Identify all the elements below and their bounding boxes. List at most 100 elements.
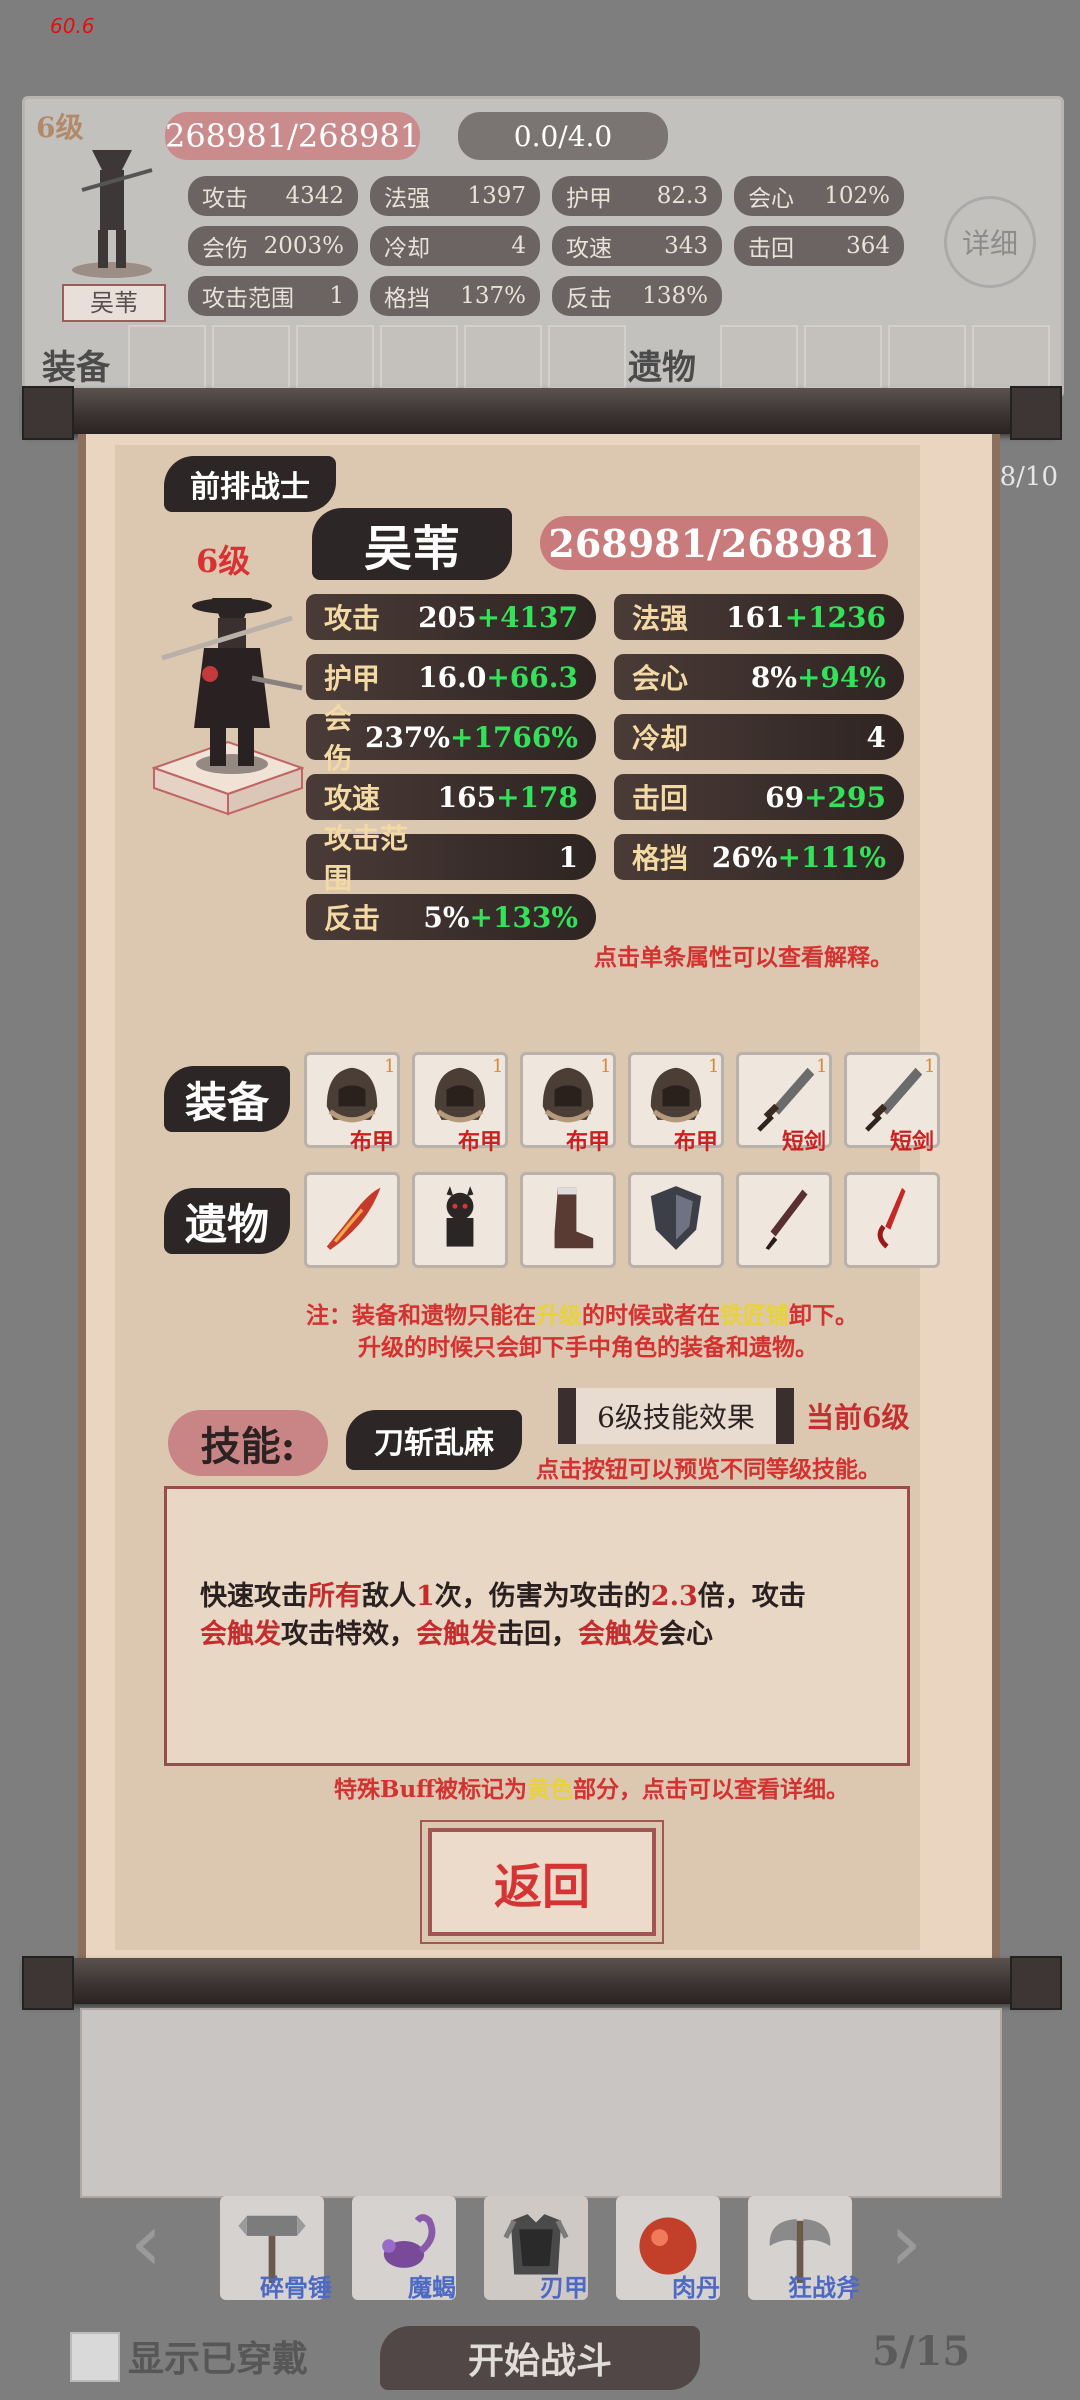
equipment-name: 短剑: [782, 1129, 827, 1155]
stat-value: 5%+133%: [423, 901, 578, 934]
skill-name: 刀斩乱麻: [346, 1410, 522, 1470]
stat-hint: 点击单条属性可以查看解释。: [594, 944, 893, 971]
show-equipped-checkbox[interactable]: [70, 2332, 120, 2382]
bg-stat-name: 冷却: [384, 236, 430, 262]
equipment-level: 1: [600, 1056, 612, 1077]
bg-stat-value: 1397: [467, 183, 526, 209]
bg-hero-name: 吴苇: [62, 284, 166, 322]
stat-row-5[interactable]: 冷却 4: [614, 714, 904, 760]
skill-current-level: 当前6级: [806, 1401, 910, 1434]
relic-slot[interactable]: [844, 1172, 940, 1268]
bg-stat: 格挡 137%: [370, 276, 540, 316]
stat-name: 攻速: [324, 782, 381, 815]
equipment-name: 布甲: [674, 1129, 719, 1155]
stat-base: 205: [418, 600, 477, 634]
relic-slot[interactable]: [520, 1172, 616, 1268]
equipment-level: 1: [924, 1056, 936, 1077]
stat-name: 击回: [632, 782, 689, 815]
bg-stat-name: 攻击: [202, 186, 248, 212]
bg-equip-label: 装备: [42, 348, 110, 388]
hero-level: 6级: [196, 542, 251, 580]
bg-equip-slot: [296, 325, 374, 389]
equipment-name: 短剑: [890, 1129, 935, 1155]
relic-slot[interactable]: [736, 1172, 832, 1268]
hero-card-name: 狂战斧: [788, 2273, 860, 2302]
stat-bonus: +111%: [777, 840, 886, 874]
hero-name: 吴苇: [312, 508, 512, 580]
stat-bonus: +94%: [796, 660, 886, 694]
equipment-name: 布甲: [458, 1129, 503, 1155]
stat-value: 8%+94%: [751, 661, 886, 694]
equipment-level: 1: [384, 1056, 396, 1077]
stat-bonus: +1236: [784, 600, 886, 634]
stat-name: 攻击: [324, 602, 381, 635]
unequip-note-line1: 注：装备和遗物只能在升级的时候或者在铁匠铺卸下。: [306, 1302, 858, 1329]
stat-value: 237%+1766%: [365, 721, 578, 754]
bg-stat-value: 1: [329, 283, 344, 309]
stat-base: 8%: [750, 660, 797, 694]
start-battle-button[interactable]: 开始战斗: [380, 2326, 700, 2390]
stat-row-8[interactable]: 攻击范围 1: [306, 822, 596, 895]
bg-relic-slot: [888, 325, 966, 389]
stat-row-4[interactable]: 会伤 237%+1766%: [306, 702, 596, 775]
rod-cap-left: [22, 1956, 74, 2010]
bg-stat-name: 攻击范围: [202, 286, 294, 312]
bg-stat-name: 反击: [566, 286, 612, 312]
bg-equip-slot: [464, 325, 542, 389]
scroll-bottom-rod: [24, 1958, 1056, 2004]
bg-stat-name: 攻速: [566, 236, 612, 262]
stat-value: 205+4137: [418, 601, 578, 634]
stat-row-3[interactable]: 会心 8%+94%: [614, 654, 904, 700]
bg-stat: 冷却 4: [370, 226, 540, 266]
relic-slot[interactable]: [628, 1172, 724, 1268]
team-slot-area: [80, 2008, 1002, 2198]
magnifier-icon: 详细: [961, 227, 1018, 260]
stat-base: 4: [866, 720, 886, 754]
bg-stat: 反击 138%: [552, 276, 722, 316]
stat-row-1[interactable]: 法强 161+1236: [614, 594, 904, 640]
stat-value: 16.0+66.3: [418, 661, 578, 694]
buff-note: 特殊Buff被标记为黄色部分，点击可以查看详细。: [334, 1776, 850, 1803]
bg-equip-slot: [212, 325, 290, 389]
fps-counter: 60.6: [50, 14, 95, 38]
stat-row-2[interactable]: 护甲 16.0+66.3: [306, 654, 596, 700]
stat-bonus: +4137: [476, 600, 578, 634]
stat-bonus: +1766%: [450, 720, 578, 754]
skill-level-button[interactable]: 6级技能效果: [558, 1388, 794, 1444]
stat-value: 4: [867, 721, 886, 754]
bg-stat: 护甲 82.3: [552, 176, 722, 216]
arrow-left-icon[interactable]: ‹: [130, 2196, 162, 2289]
hp-bar: 268981/268981: [540, 516, 888, 570]
stat-row-7[interactable]: 击回 69+295: [614, 774, 904, 820]
stat-base: 1: [558, 840, 578, 874]
relic-slot[interactable]: [412, 1172, 508, 1268]
relic-slot[interactable]: [304, 1172, 400, 1268]
back-button[interactable]: 返回: [420, 1820, 664, 1944]
stat-base: 69: [765, 780, 805, 814]
stat-row-6[interactable]: 攻速 165+178: [306, 774, 596, 820]
bg-stat: 攻击范围 1: [188, 276, 358, 316]
bg-relic-slot: [972, 325, 1050, 389]
bg-stat-value: 2003%: [263, 233, 344, 259]
bg-stat-value: 138%: [642, 283, 708, 309]
rod-cap-right: [1010, 386, 1062, 440]
equipment-level: 1: [708, 1056, 720, 1077]
stat-row-10[interactable]: 反击 5%+133%: [306, 894, 596, 940]
hero-card-name: 魔蝎: [408, 2273, 456, 2302]
detail-button[interactable]: 详细: [944, 196, 1036, 288]
stat-base: 5%: [423, 900, 470, 934]
show-equipped-label: 显示已穿戴: [128, 2338, 309, 2380]
stat-name: 护甲: [324, 662, 381, 695]
bg-stat: 会心 102%: [734, 176, 904, 216]
boot-icon: [526, 1176, 610, 1264]
arrow-right-icon[interactable]: ›: [890, 2196, 922, 2289]
stat-value: 161+1236: [726, 601, 886, 634]
stat-row-9[interactable]: 格挡 26%+111%: [614, 834, 904, 880]
bg-relic-slot: [720, 325, 798, 389]
stat-bonus: +295: [804, 780, 886, 814]
stat-row-0[interactable]: 攻击 205+4137: [306, 594, 596, 640]
knife-icon: [742, 1176, 826, 1264]
skill-hint: 点击按钮可以预览不同等级技能。: [536, 1456, 881, 1483]
scroll-top-rod: [24, 388, 1056, 434]
bg-stat-value: 82.3: [656, 183, 708, 209]
